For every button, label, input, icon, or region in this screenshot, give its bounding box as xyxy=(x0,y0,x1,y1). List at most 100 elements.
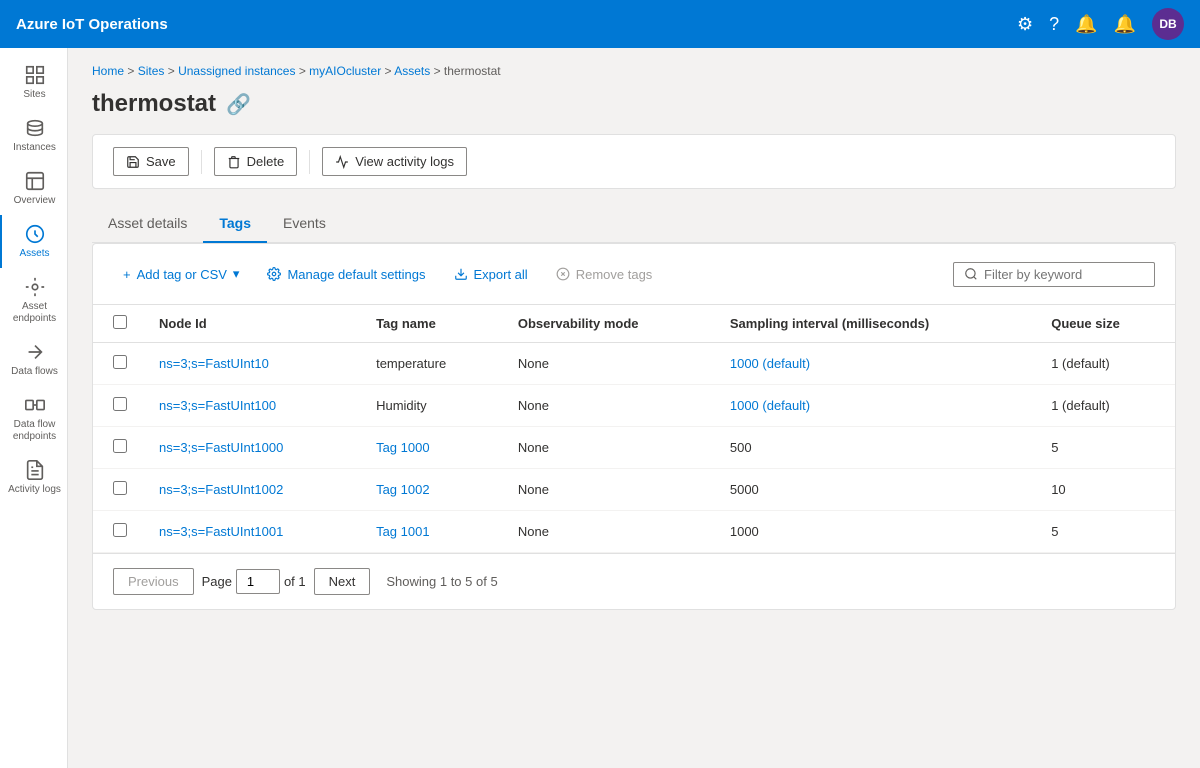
page-label: Page xyxy=(202,574,232,589)
save-button[interactable]: Save xyxy=(113,147,189,176)
row-queue-size: 1 (default) xyxy=(1035,343,1175,385)
row-node-id: ns=3;s=FastUInt1002 xyxy=(143,469,360,511)
row-select-checkbox[interactable] xyxy=(113,481,127,495)
row-obs-mode: None xyxy=(502,427,714,469)
save-icon xyxy=(126,155,140,169)
avatar[interactable]: DB xyxy=(1152,8,1184,40)
node-id-link[interactable]: ns=3;s=FastUInt1001 xyxy=(159,524,283,539)
header-tag-name: Tag name xyxy=(360,305,502,343)
showing-info: Showing 1 to 5 of 5 xyxy=(386,574,497,589)
sidebar-item-instances[interactable]: Instances xyxy=(0,109,67,162)
node-id-link[interactable]: ns=3;s=FastUInt1000 xyxy=(159,440,283,455)
select-all-checkbox[interactable] xyxy=(113,315,127,329)
status-icon: 🔗 xyxy=(226,92,251,117)
toolbar-separator xyxy=(201,150,202,174)
settings-icon[interactable]: ⚙ xyxy=(1017,14,1033,35)
tag-name-link[interactable]: Tag 1001 xyxy=(376,524,430,539)
row-select-checkbox[interactable] xyxy=(113,355,127,369)
row-tag-name: Humidity xyxy=(360,385,502,427)
manage-label: Manage default settings xyxy=(287,267,425,282)
breadcrumb-sites[interactable]: Sites xyxy=(138,64,165,78)
row-checkbox xyxy=(93,385,143,427)
toolbar-card: Save Delete View activity logs xyxy=(92,134,1176,189)
alert-icon[interactable]: 🔔 xyxy=(1114,14,1136,35)
tab-tags[interactable]: Tags xyxy=(203,205,267,243)
row-tag-name: Tag 1000 xyxy=(360,427,502,469)
next-button[interactable]: Next xyxy=(314,568,371,595)
tab-asset-details[interactable]: Asset details xyxy=(92,205,203,243)
row-queue-size: 5 xyxy=(1035,427,1175,469)
breadcrumb-unassigned[interactable]: Unassigned instances xyxy=(178,64,295,78)
sidebar: Sites Instances Overview Assets Asset en… xyxy=(0,48,68,768)
delete-label: Delete xyxy=(247,154,285,169)
table-row: ns=3;s=FastUInt1000 Tag 1000 None 500 5 xyxy=(93,427,1175,469)
content-area: Home > Sites > Unassigned instances > my… xyxy=(68,48,1200,768)
row-tag-name: temperature xyxy=(360,343,502,385)
export-all-button[interactable]: Export all xyxy=(444,261,538,288)
row-node-id: ns=3;s=FastUInt1001 xyxy=(143,511,360,553)
node-id-link[interactable]: ns=3;s=FastUInt100 xyxy=(159,398,276,413)
row-select-checkbox[interactable] xyxy=(113,439,127,453)
sidebar-item-assets[interactable]: Assets xyxy=(0,215,67,268)
table-row: ns=3;s=FastUInt10 temperature None 1000 … xyxy=(93,343,1175,385)
breadcrumb-assets[interactable]: Assets xyxy=(394,64,430,78)
page-title: thermostat xyxy=(92,90,216,118)
remove-icon xyxy=(556,267,570,281)
header-checkbox xyxy=(93,305,143,343)
export-icon xyxy=(454,267,468,281)
breadcrumb-cluster[interactable]: myAIOcluster xyxy=(309,64,381,78)
breadcrumb-home[interactable]: Home xyxy=(92,64,124,78)
table-row: ns=3;s=FastUInt1001 Tag 1001 None 1000 5 xyxy=(93,511,1175,553)
manage-settings-button[interactable]: Manage default settings xyxy=(257,261,435,288)
add-tag-label: Add tag or CSV xyxy=(137,267,227,282)
sidebar-item-activity-logs[interactable]: Activity logs xyxy=(0,451,67,504)
tab-events[interactable]: Events xyxy=(267,205,342,243)
node-id-link[interactable]: ns=3;s=FastUInt10 xyxy=(159,356,269,371)
sidebar-item-overview[interactable]: Overview xyxy=(0,162,67,215)
view-activity-label: View activity logs xyxy=(355,154,454,169)
row-sampling: 5000 xyxy=(714,469,1035,511)
view-activity-button[interactable]: View activity logs xyxy=(322,147,467,176)
row-node-id: ns=3;s=FastUInt1000 xyxy=(143,427,360,469)
of-label: of 1 xyxy=(284,574,306,589)
help-icon[interactable]: ? xyxy=(1049,14,1059,35)
row-node-id: ns=3;s=FastUInt100 xyxy=(143,385,360,427)
delete-icon xyxy=(227,155,241,169)
sidebar-item-asset-endpoints[interactable]: Asset endpoints xyxy=(0,268,67,333)
table-row: ns=3;s=FastUInt1002 Tag 1002 None 5000 1… xyxy=(93,469,1175,511)
sidebar-item-data-flows[interactable]: Data flows xyxy=(0,333,67,386)
row-select-checkbox[interactable] xyxy=(113,397,127,411)
remove-tags-button[interactable]: Remove tags xyxy=(546,261,663,288)
node-id-link[interactable]: ns=3;s=FastUInt1002 xyxy=(159,482,283,497)
filter-input[interactable] xyxy=(984,267,1144,282)
save-label: Save xyxy=(146,154,176,169)
row-sampling: 1000 xyxy=(714,511,1035,553)
chevron-down-icon: ▾ xyxy=(233,266,240,282)
row-sampling: 1000 (default) xyxy=(714,343,1035,385)
add-tag-button[interactable]: + Add tag or CSV ▾ xyxy=(113,260,249,288)
row-obs-mode: None xyxy=(502,343,714,385)
row-sampling: 1000 (default) xyxy=(714,385,1035,427)
page-number-input[interactable] xyxy=(236,569,280,594)
delete-button[interactable]: Delete xyxy=(214,147,298,176)
main-card: + Add tag or CSV ▾ Manage default settin… xyxy=(92,243,1176,610)
row-queue-size: 1 (default) xyxy=(1035,385,1175,427)
previous-button[interactable]: Previous xyxy=(113,568,194,595)
sidebar-item-sites[interactable]: Sites xyxy=(0,56,67,109)
tag-name-link[interactable]: Tag 1002 xyxy=(376,482,430,497)
row-tag-name: Tag 1002 xyxy=(360,469,502,511)
row-tag-name: Tag 1001 xyxy=(360,511,502,553)
row-checkbox xyxy=(93,343,143,385)
row-queue-size: 10 xyxy=(1035,469,1175,511)
tabs: Asset details Tags Events xyxy=(92,205,1176,243)
toolbar-separator-2 xyxy=(309,150,310,174)
main-layout: Sites Instances Overview Assets Asset en… xyxy=(0,48,1200,768)
sidebar-item-data-flow-endpoints[interactable]: Data flow endpoints xyxy=(0,386,67,451)
row-select-checkbox[interactable] xyxy=(113,523,127,537)
tags-table: Node Id Tag name Observability mode Samp… xyxy=(93,305,1175,553)
tag-name-link[interactable]: Tag 1000 xyxy=(376,440,430,455)
row-obs-mode: None xyxy=(502,469,714,511)
row-checkbox xyxy=(93,469,143,511)
row-obs-mode: None xyxy=(502,385,714,427)
bell-icon[interactable]: 🔔 xyxy=(1075,14,1097,35)
